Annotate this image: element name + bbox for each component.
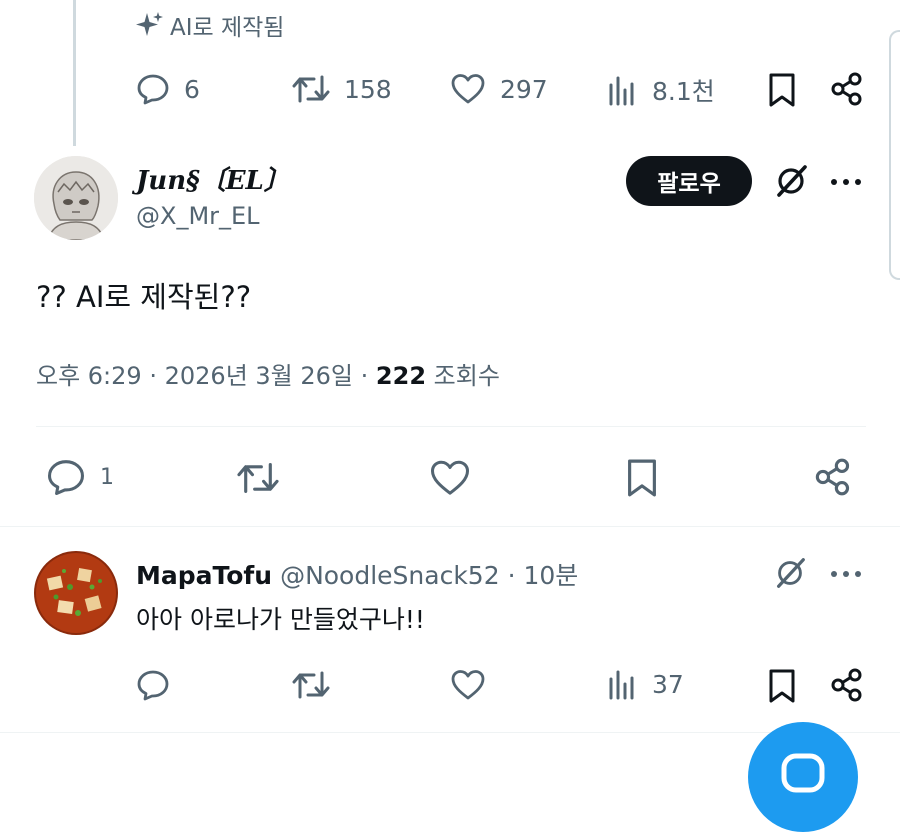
bookmark-button[interactable] <box>766 668 798 704</box>
repost-icon <box>237 463 279 493</box>
tweet-text: ?? AI로 제작된?? <box>36 280 252 314</box>
more-options-button[interactable] <box>830 178 862 186</box>
more-dots-icon <box>831 571 861 577</box>
divider <box>36 426 866 427</box>
repost-icon <box>292 671 330 699</box>
reply-time[interactable]: 10분 <box>523 561 578 590</box>
reply-display-name[interactable]: MapaTofu <box>136 561 272 590</box>
meta-separator: · <box>360 362 369 390</box>
grok-button[interactable] <box>772 555 808 591</box>
avatar-sketch-icon <box>34 156 118 240</box>
repost-count: 158 <box>344 74 392 104</box>
reply-bubble-icon <box>136 72 170 106</box>
grok-button[interactable] <box>772 162 810 200</box>
views-label: 조회수 <box>433 362 500 390</box>
heart-icon <box>430 460 470 495</box>
user-handle[interactable]: @X_Mr_EL <box>136 202 260 230</box>
reply-button[interactable] <box>136 668 170 702</box>
follow-button[interactable]: 팔로우 <box>626 156 752 206</box>
bookmark-icon <box>628 459 656 497</box>
reply-button[interactable]: 6 <box>136 72 200 106</box>
reply-separator: · <box>507 561 516 590</box>
share-icon <box>815 458 850 496</box>
bookmark-icon <box>769 73 795 107</box>
reply-bubble-icon <box>137 670 169 701</box>
ai-generated-badge: AI로 제작됨 <box>136 8 284 42</box>
reply-bubble-icon <box>46 457 86 497</box>
tweet-time[interactable]: 오후 6:29 <box>36 362 142 390</box>
heart-icon <box>450 72 486 106</box>
view-count: 8.1천 <box>652 77 715 106</box>
share-button[interactable] <box>830 668 864 702</box>
bar-chart-icon <box>608 74 638 106</box>
more-options-button[interactable] <box>830 570 862 578</box>
compose-icon <box>781 753 825 793</box>
bookmark-icon <box>769 669 795 703</box>
views-button[interactable]: 8.1천 <box>608 72 715 108</box>
like-button[interactable]: 297 <box>450 72 548 106</box>
meta-separator: · <box>149 362 157 390</box>
display-name[interactable]: Jun§〔EL〕 <box>136 160 290 197</box>
ai-badge-label: AI로 제작됨 <box>170 15 285 41</box>
bookmark-button[interactable] <box>624 457 660 499</box>
compose-fab-button[interactable] <box>748 722 858 832</box>
scrollbar[interactable] <box>889 30 900 280</box>
like-button[interactable] <box>429 458 471 498</box>
view-count: 37 <box>652 669 684 699</box>
views-count: 222 <box>375 362 427 390</box>
reply-handle[interactable]: @NoodleSnack52 <box>280 561 500 590</box>
bookmark-button[interactable] <box>766 72 798 108</box>
bar-chart-icon <box>608 668 638 700</box>
views-button[interactable]: 37 <box>608 668 684 700</box>
like-count: 297 <box>500 74 548 104</box>
section-divider <box>0 526 900 527</box>
share-icon <box>831 668 862 702</box>
tweet-date[interactable]: 2026년 3월 26일 <box>165 362 353 390</box>
reply-count: 1 <box>100 464 114 490</box>
repost-icon <box>292 72 330 106</box>
repost-button[interactable]: 158 <box>292 72 392 106</box>
share-icon <box>831 72 862 106</box>
share-button[interactable] <box>830 72 864 106</box>
grok-icon <box>777 558 805 588</box>
sparkle-icon <box>136 10 164 40</box>
share-button[interactable] <box>814 458 852 496</box>
repost-button[interactable] <box>292 668 330 702</box>
tweet-meta: 오후 6:29 · 2026년 3월 26일 · 222 조회수 <box>36 356 500 391</box>
reply-count: 6 <box>184 74 200 104</box>
reply-avatar[interactable] <box>34 551 118 635</box>
thread-connector-line <box>73 0 76 146</box>
reply-button[interactable]: 1 <box>46 457 114 497</box>
avatar[interactable] <box>34 156 118 240</box>
more-dots-icon <box>831 179 861 185</box>
reply-text: 아아 아로나가 만들었구나!! <box>136 605 425 634</box>
heart-icon <box>451 670 485 700</box>
grok-icon <box>777 165 807 197</box>
like-button[interactable] <box>450 668 486 702</box>
reply-header: MapaTofu @NoodleSnack52 · 10분 <box>136 556 578 592</box>
mapo-tofu-avatar-icon <box>34 551 118 635</box>
repost-button[interactable] <box>236 459 280 497</box>
